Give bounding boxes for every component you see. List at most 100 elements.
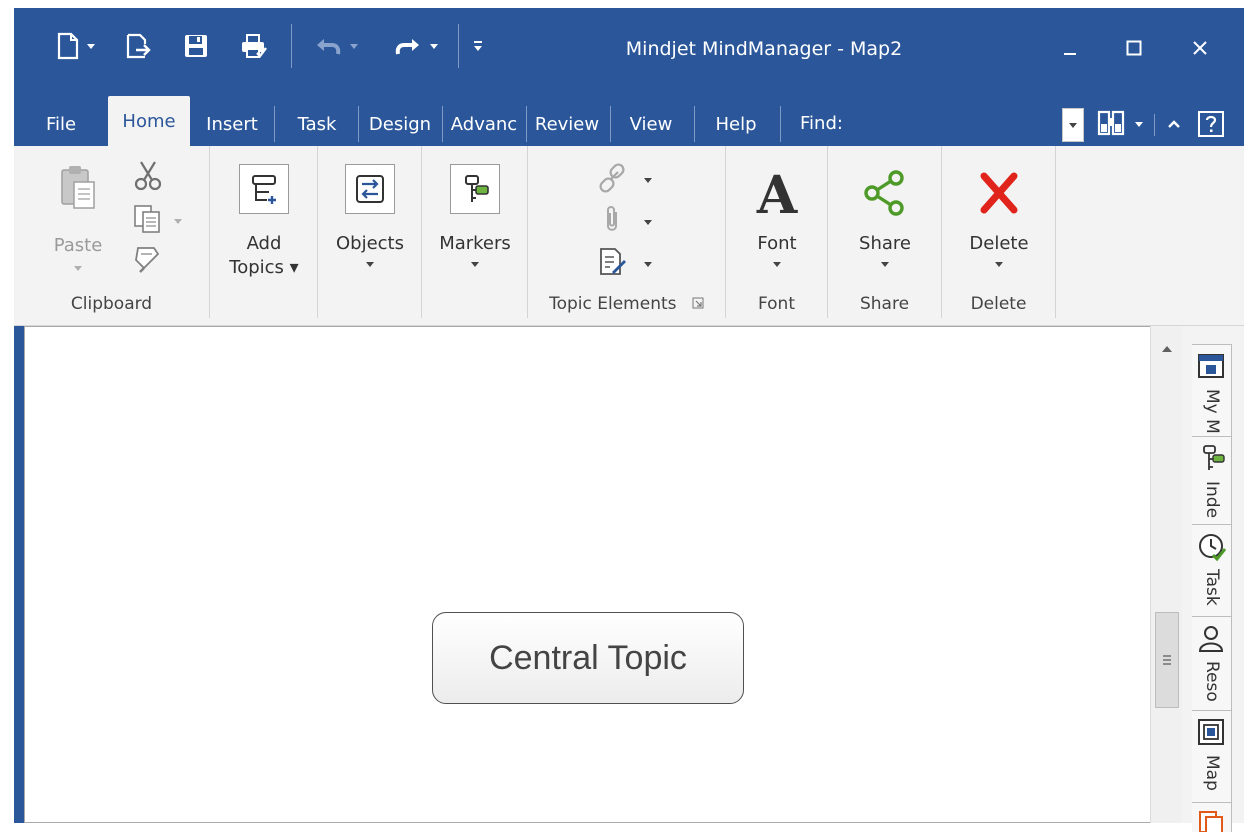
- add-topics-group: Add Topics ▾: [210, 146, 318, 318]
- topic-elements-label-text: Topic Elements: [549, 294, 677, 314]
- central-topic[interactable]: Central Topic: [432, 612, 744, 704]
- customize-toolbar-icon: [472, 38, 484, 54]
- tab-separator: [610, 106, 611, 142]
- close-icon: [1192, 40, 1208, 60]
- title-bar: Mindjet MindManager - Map2: [14, 8, 1244, 88]
- toolbar-separator: [291, 24, 292, 68]
- objects-dropdown-caret[interactable]: [366, 262, 374, 267]
- tab-separator: [1154, 114, 1155, 136]
- scrollbar-thumb[interactable]: [1155, 612, 1179, 708]
- tab-design[interactable]: Design: [360, 102, 440, 146]
- minimize-icon: [1063, 41, 1077, 60]
- font-group-label: Font: [757, 294, 795, 314]
- side-tab-index[interactable]: Inde: [1192, 436, 1232, 530]
- add-topics-label-line1: Add: [246, 233, 282, 254]
- markers-dropdown-caret[interactable]: [471, 262, 479, 267]
- markers-group: Markers: [422, 146, 528, 318]
- tab-home[interactable]: Home: [108, 96, 190, 146]
- share-button[interactable]: Share: [828, 168, 942, 267]
- delete-group-label: Delete: [970, 294, 1027, 314]
- notes-button[interactable]: [596, 246, 652, 282]
- cut-button[interactable]: [132, 160, 164, 196]
- undo-button[interactable]: [304, 26, 368, 66]
- ribbon: Paste Clipboard Add Topics ▾ Objects Mar…: [14, 146, 1244, 326]
- chevron-up-icon: [1167, 119, 1181, 129]
- side-tab-more[interactable]: [1192, 802, 1232, 832]
- font-button[interactable]: A Font: [726, 165, 828, 267]
- vertical-scrollbar[interactable]: [1150, 326, 1182, 823]
- find-dropdown[interactable]: [1062, 108, 1084, 142]
- documents-icon: [1196, 809, 1226, 832]
- tab-review[interactable]: Review: [528, 102, 606, 146]
- delete-group: Delete Delete: [942, 146, 1056, 318]
- new-document-icon: [57, 32, 79, 60]
- minimize-button[interactable]: [1050, 30, 1090, 70]
- share-dropdown-caret[interactable]: [881, 262, 889, 267]
- side-tab-my-maps[interactable]: My M: [1192, 344, 1232, 442]
- delete-button[interactable]: Delete: [942, 168, 1056, 267]
- paste-dropdown-caret[interactable]: [74, 266, 82, 271]
- topic-elements-group: Topic Elements: [528, 146, 726, 318]
- help-icon: [1197, 110, 1225, 138]
- close-button[interactable]: [1180, 30, 1220, 70]
- open-file-button[interactable]: [118, 26, 158, 66]
- find-options-button[interactable]: [1092, 104, 1148, 144]
- topic-elements-group-label: Topic Elements: [528, 294, 725, 314]
- hyperlink-button[interactable]: [596, 162, 652, 198]
- share-icon: [860, 168, 910, 222]
- paste-icon: [58, 164, 98, 214]
- customize-toolbar-button[interactable]: [466, 26, 490, 66]
- attachment-button[interactable]: [596, 204, 652, 240]
- undo-icon: [314, 35, 342, 57]
- copy-dropdown-caret[interactable]: [174, 218, 182, 224]
- delete-dropdown-caret[interactable]: [995, 262, 1003, 267]
- collapse-ribbon-button[interactable]: [1162, 104, 1186, 144]
- hyperlink-icon: [596, 162, 628, 198]
- tab-separator: [694, 106, 695, 142]
- my-maps-icon: [1196, 351, 1226, 381]
- chevron-down-icon: [1069, 122, 1077, 128]
- redo-button[interactable]: [384, 26, 448, 66]
- markers-icon: [450, 164, 500, 214]
- tab-separator: [442, 106, 443, 142]
- tab-insert[interactable]: Insert: [194, 102, 270, 146]
- paste-button[interactable]: Paste: [42, 164, 114, 271]
- hyperlink-dropdown-caret[interactable]: [644, 177, 652, 183]
- redo-dropdown-caret[interactable]: [430, 43, 438, 49]
- objects-button[interactable]: Objects: [318, 164, 422, 267]
- print-button[interactable]: [234, 26, 274, 66]
- attachment-dropdown-caret[interactable]: [644, 219, 652, 225]
- map-parts-icon: [1196, 717, 1226, 747]
- tab-view[interactable]: View: [614, 102, 688, 146]
- side-pane-tabs: My M Inde Task Reso Map: [1182, 326, 1244, 832]
- tab-file[interactable]: File: [32, 102, 90, 146]
- maximize-button[interactable]: [1114, 30, 1154, 70]
- side-tab-map-parts[interactable]: Map: [1192, 710, 1232, 804]
- scroll-up-arrow-icon[interactable]: [1162, 346, 1172, 352]
- add-topics-button[interactable]: Add Topics ▾: [210, 164, 318, 280]
- markers-button[interactable]: Markers: [422, 164, 528, 267]
- save-button[interactable]: [176, 26, 216, 66]
- find-options-caret[interactable]: [1135, 121, 1143, 127]
- format-painter-button[interactable]: [132, 244, 164, 278]
- tab-task[interactable]: Task: [282, 102, 352, 146]
- new-dropdown-caret[interactable]: [87, 43, 95, 49]
- undo-dropdown-caret[interactable]: [350, 43, 358, 49]
- side-tab-task[interactable]: Task: [1192, 524, 1232, 618]
- font-dropdown-caret[interactable]: [773, 262, 781, 267]
- tab-advanced[interactable]: Advanc: [444, 102, 524, 146]
- copy-button[interactable]: [132, 204, 182, 238]
- open-file-icon: [125, 32, 151, 60]
- dialog-launcher-icon[interactable]: [692, 294, 704, 314]
- tab-separator: [780, 106, 781, 142]
- tab-help[interactable]: Help: [700, 102, 772, 146]
- help-button[interactable]: [1194, 104, 1228, 144]
- paste-label: Paste: [53, 235, 103, 256]
- share-group-label: Share: [859, 294, 910, 314]
- add-topics-label-line2: Topics ▾: [229, 257, 299, 278]
- font-button-label: Font: [757, 233, 797, 254]
- new-document-button[interactable]: [46, 26, 106, 66]
- side-tab-resources[interactable]: Reso: [1192, 616, 1232, 712]
- notes-dropdown-caret[interactable]: [644, 261, 652, 267]
- map-canvas[interactable]: Central Topic: [24, 326, 1182, 823]
